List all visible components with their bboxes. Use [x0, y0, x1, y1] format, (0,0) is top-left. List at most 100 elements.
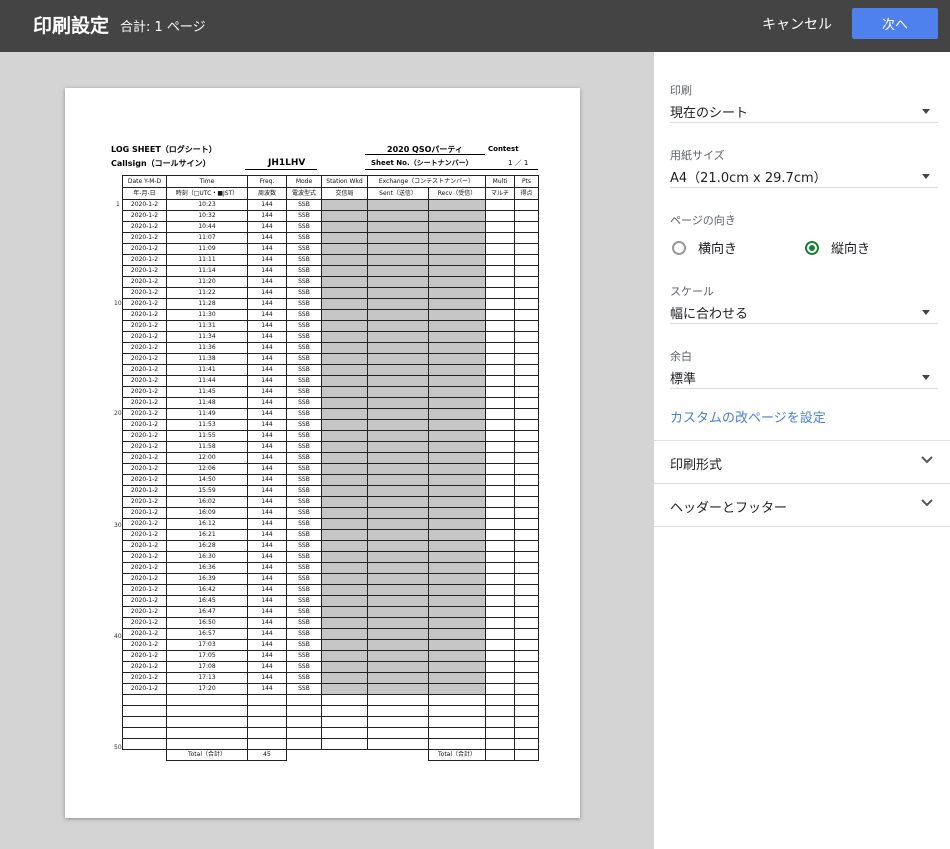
col-date-sub: 年-月-日: [122, 187, 167, 200]
empty-cell: [514, 738, 540, 750]
scale-label: スケール: [670, 285, 714, 298]
pts-cell: [514, 584, 540, 596]
station-cell-redacted: [321, 430, 368, 442]
station-cell-redacted: [321, 562, 368, 574]
mode-cell: SSB: [286, 540, 322, 552]
empty-cell: [485, 716, 516, 728]
pts-cell: [514, 518, 540, 530]
print-select[interactable]: 現在のシート: [670, 100, 938, 123]
date-cell: 2020-1-2: [122, 419, 167, 431]
time-cell: 11:07: [166, 232, 248, 244]
table-row: 2020-1-2 16:45 144 SSB: [122, 595, 540, 607]
mode-cell: SSB: [286, 595, 322, 607]
pts-cell: [514, 276, 540, 288]
recv-cell-redacted: [427, 298, 487, 310]
total-blank: [368, 750, 429, 761]
mode-cell: SSB: [286, 639, 322, 651]
paper-size-select[interactable]: A4（21.0cm x 29.7cm）: [670, 165, 938, 188]
page-preview: LOG SHEET（ログシート） Callsign（コールサイン） JH1LHV…: [65, 88, 580, 818]
empty-cell: [122, 727, 167, 739]
recv-cell-redacted: [427, 331, 487, 343]
freq-cell: 144: [247, 320, 287, 332]
station-cell-redacted: [321, 287, 368, 299]
station-cell-redacted: [321, 419, 368, 431]
table-row: 2020-1-2 11:34 144 SSB: [122, 331, 540, 343]
portrait-radio[interactable]: 縦向き: [805, 238, 870, 257]
recv-cell-redacted: [427, 199, 487, 211]
time-cell: 10:32: [166, 210, 248, 222]
pts-cell: [514, 474, 540, 486]
header-footer-expander[interactable]: ヘッダーとフッター: [654, 484, 950, 526]
sent-cell-redacted: [367, 243, 429, 255]
col-mode: Mode: [286, 175, 322, 188]
station-cell-redacted: [321, 540, 368, 552]
sent-cell-redacted: [367, 331, 429, 343]
landscape-radio[interactable]: 横向き: [672, 238, 737, 257]
print-format-expander[interactable]: 印刷形式: [654, 441, 950, 483]
date-cell: 2020-1-2: [122, 474, 167, 486]
freq-cell: 144: [247, 452, 287, 464]
print-select-value: 現在のシート: [670, 106, 749, 121]
freq-cell: 144: [247, 375, 287, 387]
time-cell: 16:50: [166, 617, 248, 629]
station-cell-redacted: [321, 298, 368, 310]
col-pts-sub: 得点: [514, 187, 540, 200]
mode-cell: SSB: [286, 419, 322, 431]
next-button[interactable]: 次へ: [852, 8, 938, 39]
freq-cell: 144: [247, 364, 287, 376]
mode-cell: SSB: [286, 276, 322, 288]
freq-cell: 144: [247, 331, 287, 343]
time-cell: 11:44: [166, 375, 248, 387]
date-cell: 2020-1-2: [122, 331, 167, 343]
multi-cell: [485, 661, 516, 673]
multi-cell: [485, 254, 516, 266]
freq-cell: 144: [247, 485, 287, 497]
sent-cell-redacted: [367, 551, 429, 563]
freq-cell: 144: [247, 573, 287, 585]
radio-unchecked-icon: [672, 240, 686, 255]
margin-select[interactable]: 標準: [670, 366, 938, 389]
date-cell: 2020-1-2: [122, 650, 167, 662]
multi-cell: [485, 287, 516, 299]
sent-cell-redacted: [367, 430, 429, 442]
dropdown-arrow-icon: [922, 310, 930, 315]
sent-cell-redacted: [367, 232, 429, 244]
custom-page-break-link[interactable]: カスタムの改ページを設定: [670, 407, 826, 426]
table-row: 2020-1-2 11:36 144 SSB: [122, 342, 540, 354]
freq-cell: 144: [247, 672, 287, 684]
table-row: 2020-1-2 11:45 144 SSB: [122, 386, 540, 398]
col-sent: Sent（送信）: [367, 187, 429, 200]
multi-cell: [485, 276, 516, 288]
table-row: 2020-1-2 11:58 144 SSB: [122, 441, 540, 453]
time-cell: 15:59: [166, 485, 248, 497]
empty-cell: [286, 694, 322, 706]
table-row: 2020-1-2 16:12 144 SSB: [122, 518, 540, 530]
recv-cell-redacted: [427, 628, 487, 640]
time-cell: 11:28: [166, 298, 248, 310]
print-preview-area[interactable]: LOG SHEET（ログシート） Callsign（コールサイン） JH1LHV…: [0, 52, 654, 849]
empty-cell: [166, 727, 248, 739]
date-cell: 2020-1-2: [122, 276, 167, 288]
empty-cell: [286, 705, 322, 717]
freq-cell: 144: [247, 386, 287, 398]
date-cell: 2020-1-2: [122, 496, 167, 508]
pts-cell: [514, 617, 540, 629]
freq-cell: 144: [247, 441, 287, 453]
pts-cell: [514, 485, 540, 497]
time-cell: 11:36: [166, 342, 248, 354]
empty-cell: [122, 716, 167, 728]
scale-select[interactable]: 幅に合わせる: [670, 301, 938, 324]
date-cell: 2020-1-2: [122, 628, 167, 640]
time-cell: 11:20: [166, 276, 248, 288]
dropdown-arrow-icon: [922, 109, 930, 114]
sent-cell-redacted: [367, 573, 429, 585]
station-cell-redacted: [321, 507, 368, 519]
sent-cell-redacted: [367, 419, 429, 431]
time-cell: 11:49: [166, 408, 248, 420]
multi-cell: [485, 320, 516, 332]
mode-cell: SSB: [286, 518, 322, 530]
empty-cell: [122, 694, 167, 706]
pts-cell: [514, 287, 540, 299]
cancel-button[interactable]: キャンセル: [762, 14, 832, 34]
recv-cell-redacted: [427, 683, 487, 695]
